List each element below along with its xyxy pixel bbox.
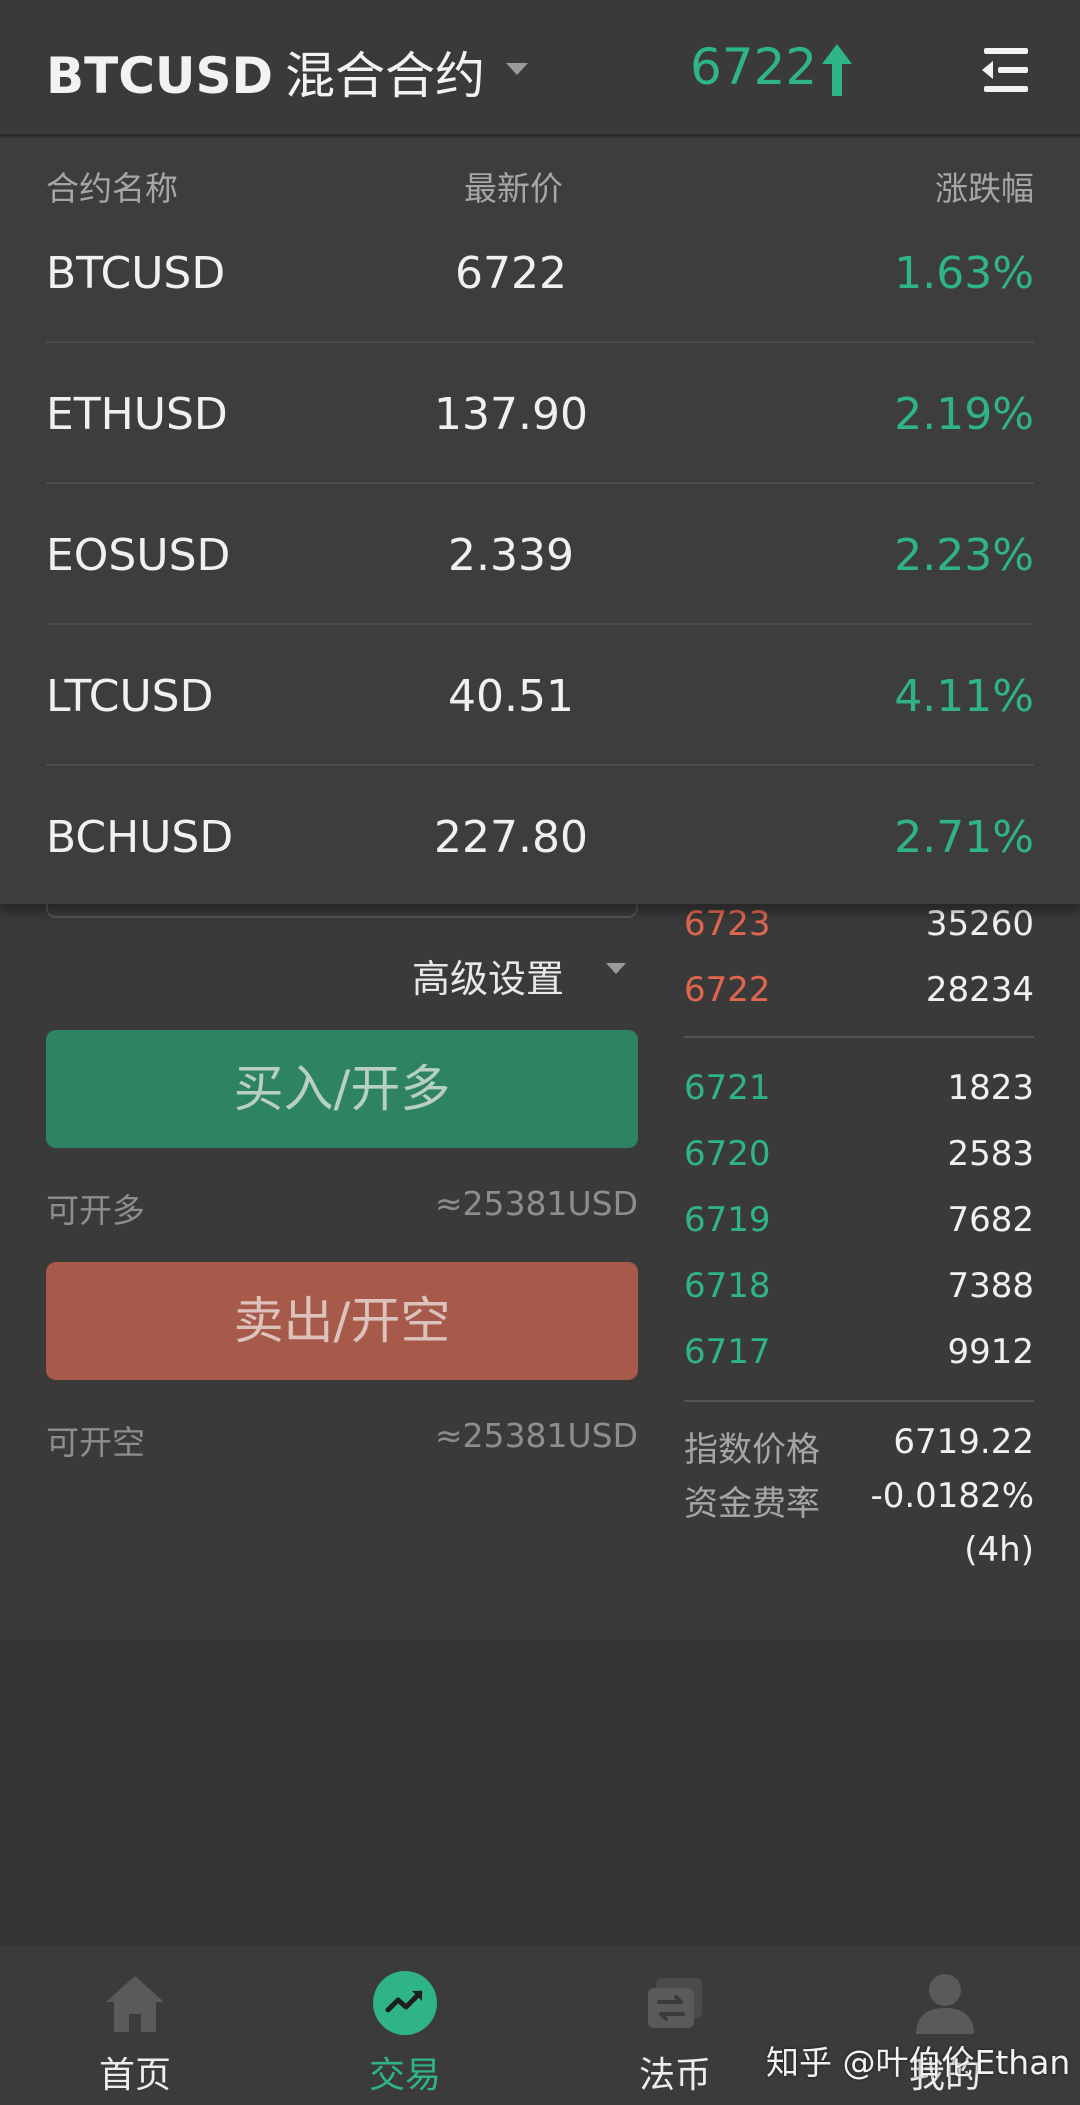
header-last-price: 6722 (690, 38, 818, 96)
contract-price: 40.51 (448, 671, 574, 722)
sell-open-short-button[interactable]: 卖出/开空 (46, 1262, 638, 1380)
funding-period-value: (4h) (964, 1530, 1034, 1570)
contract-list-header: 合约名称 最新价 涨跌幅 (46, 162, 1034, 208)
ask-qty: 35260 (925, 904, 1034, 944)
funding-rate-label: 资金费率 (684, 1484, 820, 1524)
bid-price: 6718 (684, 1266, 771, 1306)
bid-price: 6717 (684, 1332, 771, 1372)
contract-type-label: 混合合约 (285, 47, 486, 105)
ask-row[interactable]: 6723 35260 (684, 904, 1034, 954)
nav-home[interactable]: 首页 (0, 1946, 270, 2105)
bid-row[interactable]: 6721 1823 (684, 1068, 1034, 1118)
sell-available-label: 可开空 (46, 1423, 145, 1462)
nav-trade-label: 交易 (368, 2055, 441, 2096)
contract-dropdown: 合约名称 最新价 涨跌幅 BTCUSD 6722 1.63% ETHUSD 13… (0, 138, 1080, 904)
ask-qty: 28234 (925, 970, 1034, 1010)
contract-name: ETHUSD (46, 389, 228, 440)
empty-area (0, 1640, 1080, 1946)
watermark-text: 知乎 @叶伯伦Ethan (766, 2043, 1071, 2082)
contract-name: BTCUSD (46, 248, 226, 299)
contract-price: 227.80 (434, 812, 588, 863)
buy-available-label: 可开多 (46, 1191, 145, 1230)
bid-row[interactable]: 6718 7388 (684, 1266, 1034, 1316)
orderbook-divider (684, 1400, 1034, 1402)
bid-qty: 1823 (947, 1068, 1034, 1108)
orderbook-divider (684, 1036, 1034, 1038)
contract-price: 2.339 (448, 530, 574, 581)
contract-change: 2.19% (894, 389, 1034, 440)
nav-home-label: 首页 (98, 2055, 171, 2096)
contract-row[interactable]: ETHUSD 137.90 2.19% (46, 343, 1034, 484)
bid-qty: 2583 (947, 1134, 1034, 1174)
contract-name: EOSUSD (46, 530, 231, 581)
contract-row[interactable]: BCHUSD 227.80 2.71% (46, 766, 1034, 907)
menu-collapse-icon[interactable] (978, 44, 1032, 96)
ask-row[interactable]: 6722 28234 (684, 970, 1034, 1020)
dropdown-caret-icon[interactable] (506, 63, 528, 75)
trade-icon (373, 1971, 437, 2035)
contract-change: 4.11% (894, 671, 1034, 722)
bid-qty: 7388 (947, 1266, 1034, 1306)
contract-name: LTCUSD (46, 671, 214, 722)
ask-price: 6722 (684, 970, 771, 1010)
contract-name: BCHUSD (46, 812, 234, 863)
contract-row[interactable]: LTCUSD 40.51 4.11% (46, 625, 1034, 766)
advanced-settings-toggle[interactable]: 高级设置 (412, 948, 564, 1003)
trade-panel: 高级设置 买入/开多 可开多 ≈25381USD 卖出/开空 可开空 ≈2538… (0, 904, 1080, 1640)
sell-available-value: ≈25381USD (434, 1416, 638, 1455)
contract-change: 1.63% (894, 248, 1034, 299)
home-icon (106, 1976, 164, 2032)
contract-row[interactable]: BTCUSD 6722 1.63% (46, 202, 1034, 343)
buy-open-long-button[interactable]: 买入/开多 (46, 1030, 638, 1148)
bid-row[interactable]: 6720 2583 (684, 1134, 1034, 1184)
bid-price: 6719 (684, 1200, 771, 1240)
profile-icon (916, 1974, 974, 2034)
price-up-arrow-icon (822, 44, 852, 96)
contract-change: 2.23% (894, 530, 1034, 581)
nav-trade[interactable]: 交易 (270, 1946, 540, 2105)
contract-selector[interactable]: BTCUSD 混合合约 (46, 36, 485, 108)
chevron-down-icon[interactable] (606, 963, 626, 974)
top-bar: BTCUSD 混合合约 6722 (0, 0, 1080, 136)
contract-price: 137.90 (434, 389, 588, 440)
contract-change: 2.71% (894, 812, 1034, 863)
bid-qty: 9912 (947, 1332, 1034, 1372)
buy-available-value: ≈25381USD (434, 1184, 638, 1223)
symbol-label: BTCUSD (46, 47, 274, 105)
bid-price: 6721 (684, 1068, 771, 1108)
contract-price: 6722 (455, 248, 567, 299)
bid-qty: 7682 (947, 1200, 1034, 1240)
contract-row[interactable]: EOSUSD 2.339 2.23% (46, 484, 1034, 625)
ask-price: 6723 (684, 904, 771, 944)
fiat-icon (648, 1978, 702, 2028)
bid-row[interactable]: 6717 9912 (684, 1332, 1034, 1382)
index-price-value: 6719.22 (893, 1422, 1034, 1462)
bid-price: 6720 (684, 1134, 771, 1174)
index-price-label: 指数价格 (684, 1430, 820, 1470)
bid-row[interactable]: 6719 7682 (684, 1200, 1034, 1250)
funding-rate-value: -0.0182% (870, 1476, 1034, 1516)
